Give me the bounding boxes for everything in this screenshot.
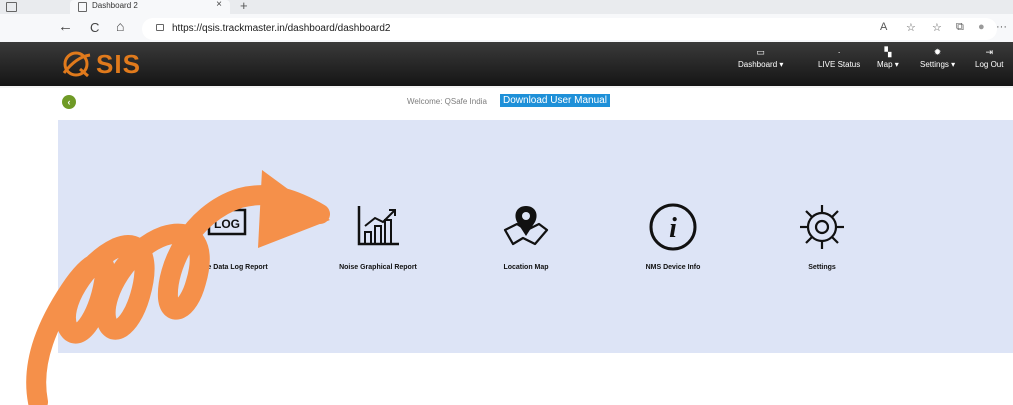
- nav-map[interactable]: ▚ Map ▾: [877, 46, 899, 69]
- tile-label: Noise Graphical Report: [339, 264, 417, 271]
- nav-live-status-label: LIVE Status: [818, 60, 861, 69]
- info-icon-text: i: [669, 213, 677, 244]
- nav-dashboard[interactable]: ▭ Dashboard ▾: [738, 46, 783, 69]
- brand-logo[interactable]: SIS: [60, 49, 160, 79]
- monitor-icon: ▭: [756, 47, 765, 57]
- more-icon[interactable]: ···: [996, 21, 1007, 33]
- page-icon: [78, 2, 87, 12]
- nav-live-status[interactable]: · LIVE Status: [818, 46, 860, 69]
- download-manual-link[interactable]: Download User Manual: [500, 94, 610, 107]
- tile-label: Settings: [808, 264, 836, 271]
- nav-logout-label: Log Out: [975, 60, 1004, 69]
- gear-icon: ✹: [933, 47, 942, 57]
- lock-icon: [156, 24, 164, 31]
- favorite-icon[interactable]: ☆: [906, 21, 916, 34]
- collections-icon[interactable]: ⧉: [956, 21, 964, 34]
- location-map-icon: [499, 200, 553, 254]
- tile-nms-device-info[interactable]: i NMS Device Info: [603, 200, 743, 271]
- back-icon[interactable]: ←: [58, 18, 73, 35]
- header-divider: [0, 86, 1013, 88]
- nav-logout[interactable]: ⇥ Log Out: [975, 46, 1003, 69]
- logo-emblem-icon: [62, 51, 91, 78]
- log-icon: LOG: [203, 200, 257, 254]
- home-icon[interactable]: ⌂: [116, 18, 124, 34]
- tile-label: Location Map: [503, 264, 549, 271]
- bar-chart-icon: [351, 200, 405, 254]
- tile-label: Noise Data Log Report: [192, 264, 268, 271]
- log-icon-text: LOG: [214, 217, 240, 231]
- nav-map-label: Map ▾: [877, 60, 899, 69]
- tab-title: Dashboard 2: [92, 1, 138, 10]
- browser-tab[interactable]: Dashboard 2 ×: [70, 0, 230, 14]
- nav-dashboard-label: Dashboard ▾: [738, 60, 784, 69]
- back-button[interactable]: ‹: [62, 95, 76, 109]
- tile-noise-graphical-report[interactable]: Noise Graphical Report: [308, 200, 448, 271]
- welcome-text: Welcome: QSafe India: [407, 97, 487, 106]
- read-aloud-icon[interactable]: A: [880, 21, 887, 33]
- favorites-icon[interactable]: ☆: [932, 21, 942, 34]
- gear-icon: [795, 200, 849, 254]
- tile-noise-data-log-report[interactable]: LOG Noise Data Log Report: [160, 200, 300, 271]
- info-icon: i: [646, 200, 700, 254]
- new-tab-button[interactable]: +: [240, 0, 248, 13]
- logo-text: SIS: [96, 49, 141, 79]
- map-icon: ▚: [884, 47, 892, 57]
- address-bar[interactable]: https://qsis.trackmaster.in/dashboard/da…: [142, 18, 997, 40]
- logout-icon: ⇥: [985, 47, 993, 57]
- tile-label: NMS Device Info: [645, 264, 701, 271]
- tile-settings[interactable]: Settings: [752, 200, 892, 271]
- signal-icon: ·: [837, 47, 841, 57]
- nav-settings-label: Settings ▾: [920, 60, 956, 69]
- tile-location-map[interactable]: Location Map: [456, 200, 596, 271]
- window-menu-icon[interactable]: [6, 2, 17, 12]
- url-text: https://qsis.trackmaster.in/dashboard/da…: [172, 23, 391, 34]
- tab-close-icon[interactable]: ×: [216, 0, 222, 10]
- profile-icon[interactable]: ●: [978, 21, 985, 33]
- nav-settings[interactable]: ✹ Settings ▾: [920, 46, 955, 69]
- refresh-icon[interactable]: C: [90, 20, 99, 35]
